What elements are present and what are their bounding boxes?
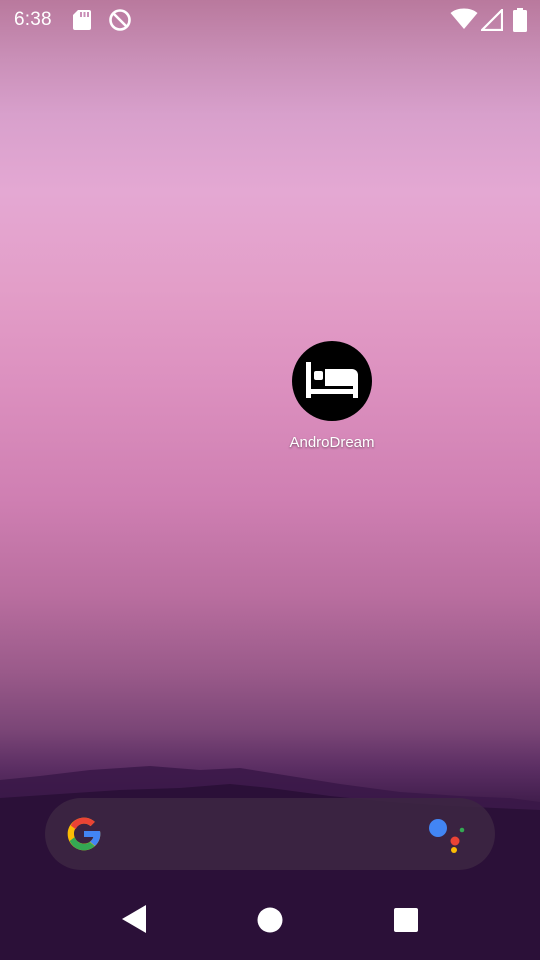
navigation-bar [0,880,540,960]
cell-signal-icon [481,9,503,31]
battery-icon [513,8,527,32]
back-icon[interactable] [119,903,149,935]
home-icon[interactable] [256,906,284,934]
app-icon[interactable] [292,341,372,421]
do-not-disturb-icon [109,9,131,31]
google-search-bar[interactable] [45,798,495,870]
google-assistant-icon[interactable] [428,817,468,853]
status-time: 6:38 [14,9,52,30]
recents-icon[interactable] [393,907,419,933]
app-shortcut-androdream[interactable]: AndroDream [272,339,392,451]
bed-icon [306,362,358,398]
app-label: AndroDream [289,434,375,451]
google-g-icon[interactable] [64,814,104,854]
sd-card-icon [73,10,91,30]
wifi-icon [450,8,478,29]
status-bar: 6:38 [0,0,540,40]
